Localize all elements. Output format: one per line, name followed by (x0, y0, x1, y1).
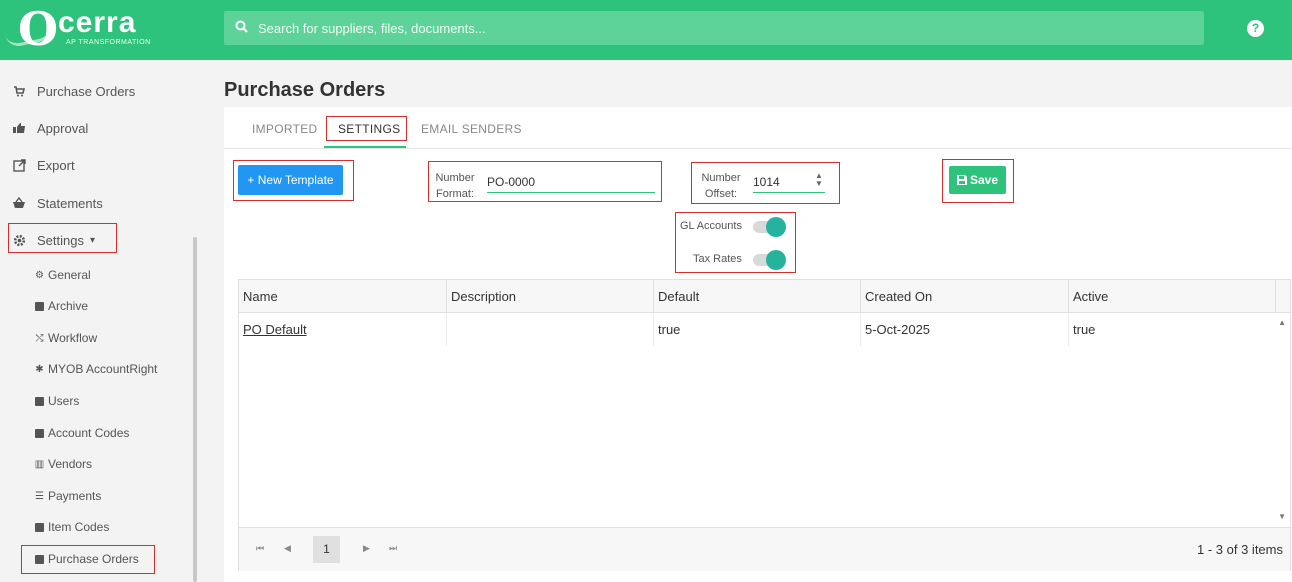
template-link[interactable]: PO Default (243, 322, 307, 337)
prev-page-icon[interactable]: ◀ (284, 543, 291, 554)
sidebar-subitem-users[interactable]: Users (34, 389, 79, 413)
logo-letter: O (18, 2, 59, 56)
page-number[interactable]: 1 (313, 536, 340, 563)
payments-icon: ☰ (35, 490, 44, 502)
sidebar-subitem-label: MYOB AccountRight (48, 362, 158, 376)
sidebar-subitem-vendors[interactable]: ▥ Vendors (34, 452, 92, 476)
active-tab-indicator (324, 146, 406, 148)
scroll-down-icon[interactable]: ▼ (1278, 512, 1286, 521)
highlight-number-offset (691, 162, 840, 204)
sidebar-item-export[interactable]: Export (0, 150, 205, 180)
sidebar-item-label: Statements (37, 195, 103, 211)
templates-grid: Name Description Default Created On Acti… (238, 279, 1291, 571)
sidebar-subitem-archive[interactable]: Archive (34, 294, 88, 318)
sidebar-subitem-workflow[interactable]: ⤭ Workflow (34, 326, 98, 350)
sidebar-item-label: Purchase Orders (37, 83, 136, 99)
column-header-default[interactable]: Default (654, 280, 861, 313)
sidebar-subitem-item-codes[interactable]: Item Codes (34, 515, 109, 539)
sidebar-subitem-label: Account Codes (48, 426, 130, 440)
sidebar-subitem-account-codes[interactable]: Account Codes (34, 421, 129, 445)
first-page-icon[interactable]: ⏮ (256, 543, 264, 554)
export-icon (11, 158, 27, 172)
grid-header: Name Description Default Created On Acti… (239, 280, 1290, 313)
next-page-icon[interactable]: ▶ (363, 543, 370, 554)
search-icon (235, 20, 248, 33)
cerra-logo[interactable]: O cerra AP TRANSFORMATION (5, 2, 166, 56)
sidebar-item-label: Export (37, 157, 75, 173)
page-title: Purchase Orders (224, 79, 386, 101)
sidebar-subitem-label: Users (48, 394, 80, 408)
grid-pager: ⏮ ◀ 1 ▶ ⏭ 1 - 3 of 3 items (239, 527, 1290, 571)
help-icon[interactable]: ? (1247, 20, 1264, 37)
cart-icon (11, 85, 27, 97)
last-page-icon[interactable]: ⏭ (389, 543, 397, 554)
cell-active: true (1073, 322, 1096, 337)
gear-icon: ⚙ (35, 269, 44, 281)
highlight-settings (8, 223, 117, 253)
highlight-save (942, 159, 1014, 203)
cell-name[interactable]: PO Default (239, 313, 447, 346)
sidebar-item-statements[interactable]: Statements (0, 188, 205, 218)
column-header-description[interactable]: Description (447, 280, 654, 313)
item-codes-icon (34, 522, 45, 533)
search-input[interactable] (258, 11, 1188, 45)
scroll-up-icon[interactable]: ▲ (1278, 318, 1286, 327)
workflow-icon: ⤭ (35, 332, 44, 344)
sidebar-item-approval[interactable]: Approval (0, 113, 205, 143)
sidebar-subitem-label: Payments (48, 489, 102, 503)
tabs-divider (224, 148, 1292, 149)
column-header-active[interactable]: Active (1069, 280, 1276, 313)
sidebar-scrollbar[interactable] (193, 237, 197, 582)
puzzle-icon: ✱ (35, 363, 44, 375)
sidebar-item-purchase-orders[interactable]: Purchase Orders (0, 76, 205, 106)
sidebar-subitem-payments[interactable]: ☰ Payments (34, 484, 101, 508)
column-header-name[interactable]: Name (239, 280, 447, 313)
cell-description (447, 313, 654, 346)
cell-created-on: 5-Oct-2025 (861, 313, 1069, 346)
logo-word: cerra (58, 6, 137, 39)
sidebar-subitem-label: Workflow (48, 331, 98, 345)
account-codes-icon (34, 428, 45, 439)
sidebar-item-label: Approval (37, 120, 89, 136)
vendors-icon: ▥ (34, 458, 45, 470)
sidebar-subitem-myob-accountright[interactable]: ✱ MYOB AccountRight (34, 357, 157, 381)
highlight-purchase-orders (21, 545, 155, 574)
archive-icon (34, 301, 45, 312)
top-bar: O cerra AP TRANSFORMATION ? (0, 0, 1292, 60)
tab-imported[interactable]: IMPORTED (252, 122, 318, 136)
users-icon (34, 396, 45, 407)
sidebar-subitem-label: Vendors (48, 457, 93, 471)
search-bar (224, 11, 1204, 45)
highlight-new-template (233, 160, 354, 201)
thumbs-icon (11, 122, 27, 134)
page-info: 1 - 3 of 3 items (1197, 542, 1283, 557)
sidebar-subitem-general[interactable]: ⚙ General (34, 263, 91, 287)
cell-default: true (654, 313, 861, 346)
sidebar-subitem-label: Archive (48, 299, 89, 313)
sidebar-subitem-label: General (48, 268, 91, 282)
highlight-settings-tab (326, 116, 407, 141)
column-header-created-on[interactable]: Created On (861, 280, 1069, 313)
basket-icon (11, 197, 27, 209)
highlight-number-format (428, 161, 662, 202)
logo-tagline: AP TRANSFORMATION (66, 39, 151, 46)
highlight-toggles (675, 212, 796, 273)
sidebar-subitem-label: Item Codes (48, 520, 110, 534)
tab-email-senders[interactable]: EMAIL SENDERS (421, 122, 522, 136)
